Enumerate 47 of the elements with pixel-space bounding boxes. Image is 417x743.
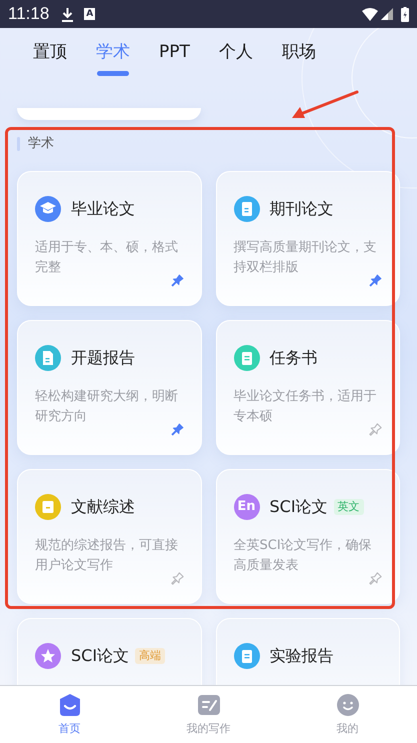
home-icon	[58, 693, 82, 717]
card-description: 撰写高质量期刊论文，支持双栏排版	[234, 239, 378, 277]
card-title: 实验报告	[270, 645, 334, 667]
card-description: 规范的综述报告，可直接用户论文写作	[35, 537, 179, 575]
pin-icon[interactable]	[168, 422, 184, 438]
card-title: SCI论文	[71, 645, 130, 667]
section-title: 学术	[28, 135, 54, 154]
card-description: 轻松构建研究大纲，明断研究方向	[35, 388, 179, 426]
pin-icon[interactable]	[367, 422, 383, 438]
category-card[interactable]: 开题报告 轻松构建研究大纲，明断研究方向	[17, 320, 202, 455]
card-title: SCI论文	[270, 496, 328, 518]
annotation-arrow	[290, 90, 360, 120]
edit-document-icon	[196, 693, 220, 717]
smiley-icon	[336, 693, 360, 717]
card-title: 毕业论文	[71, 198, 135, 220]
nav-tab[interactable]: 首页	[0, 686, 139, 743]
card-description: 全英SCI论文写作，确保高质量发表	[234, 537, 373, 575]
category-card[interactable]: 文献综述 规范的综述报告，可直接用户论文写作	[17, 469, 202, 604]
card-description: 适用于专、本、硕，格式完整	[35, 239, 179, 277]
category-tab[interactable]: PPT	[159, 40, 190, 76]
en-icon: En	[234, 494, 260, 520]
category-card[interactable]: En SCI论文 英文 全英SCI论文写作，确保高质量发表	[216, 469, 400, 604]
pin-icon[interactable]	[168, 273, 184, 289]
pin-icon[interactable]	[367, 273, 383, 289]
card-title: 文献综述	[71, 496, 135, 518]
battery-icon	[401, 6, 409, 22]
category-tab[interactable]: 置顶	[33, 40, 67, 76]
category-card[interactable]: 毕业论文 适用于专、本、硕，格式完整	[17, 171, 202, 306]
pin-icon[interactable]	[168, 571, 184, 587]
tag-badge: 英文	[334, 499, 364, 515]
category-card[interactable]: 实验报告	[216, 618, 400, 685]
clock-time: 11:18	[8, 3, 50, 26]
card-description: 毕业论文任务书，适用于专本硕	[234, 388, 378, 426]
card-title: 任务书	[270, 347, 318, 369]
tag-badge: 高端	[135, 648, 166, 664]
category-card[interactable]: 期刊论文 撰写高质量期刊论文，支持双栏排版	[216, 171, 400, 306]
card-title: 开题报告	[71, 347, 135, 369]
notification-icon: A	[84, 8, 96, 20]
category-card[interactable]: 任务书 毕业论文任务书，适用于专本硕	[216, 320, 400, 455]
download-icon	[61, 6, 74, 22]
category-card[interactable]: SCI论文 高端	[17, 618, 202, 685]
category-tab[interactable]: 个人	[218, 40, 253, 76]
pin-icon[interactable]	[367, 571, 383, 587]
signal-icon	[381, 8, 393, 20]
card-title: 期刊论文	[270, 198, 334, 220]
wifi-icon	[362, 8, 378, 20]
category-tab[interactable]: 职场	[282, 40, 316, 76]
